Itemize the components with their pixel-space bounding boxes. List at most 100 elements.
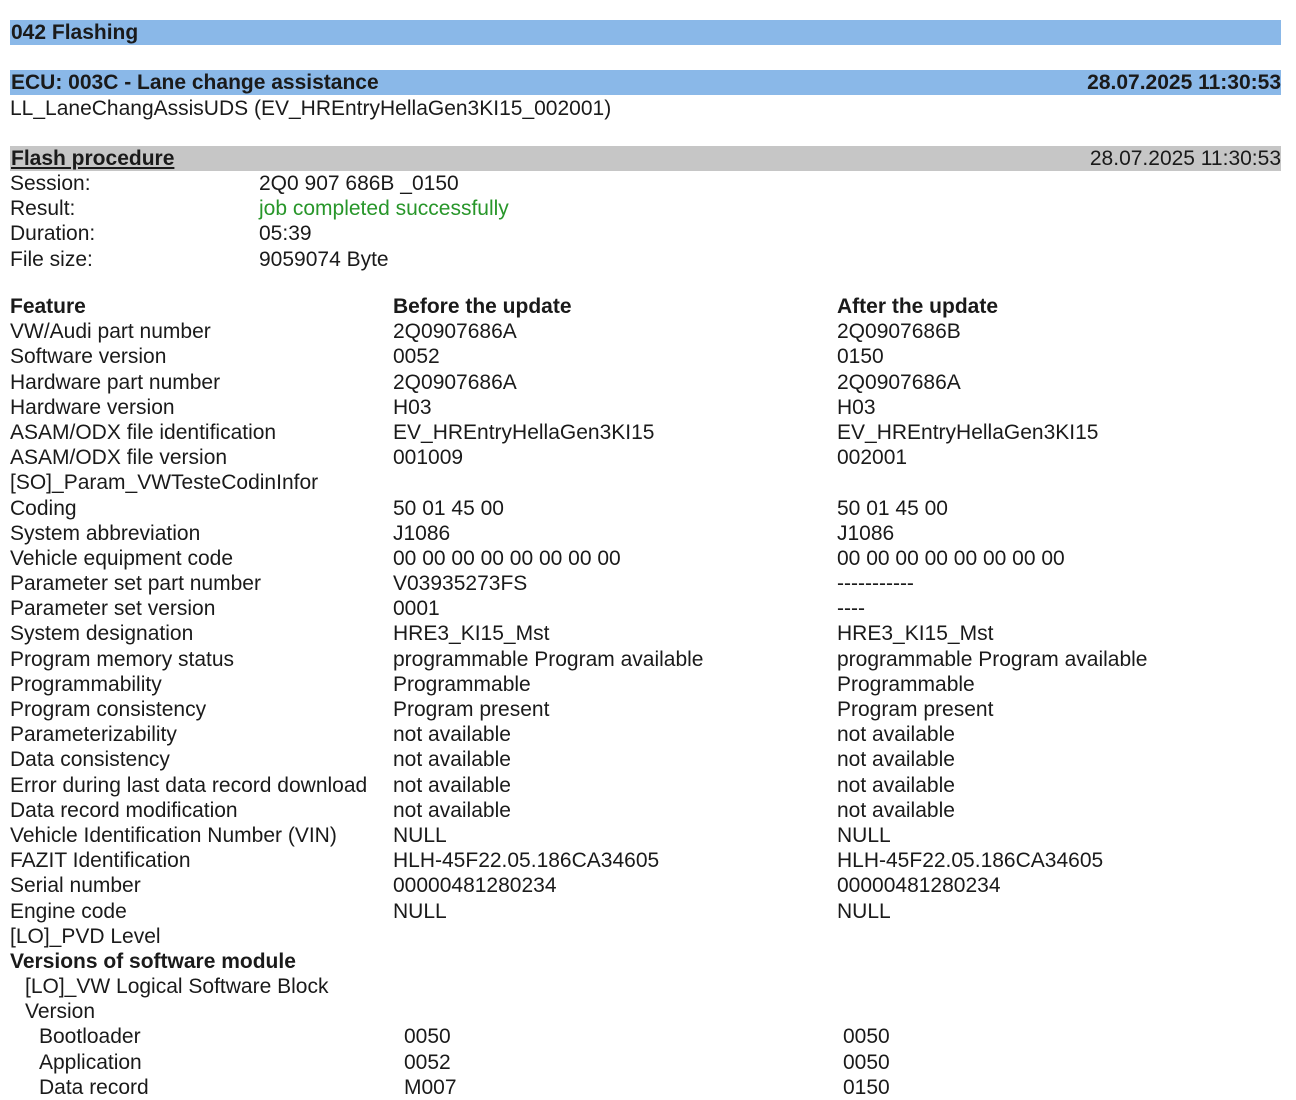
feature-cell: ASAM/ODX file identification (10, 420, 277, 444)
table-row: Data record modification not available not… (10, 798, 1281, 823)
after-cell: 00 00 00 00 00 00 00 00 (837, 546, 1065, 570)
feature-cell: Coding (10, 496, 77, 520)
after-cell: Programmable (837, 672, 975, 696)
before-cell: EV_HREntryHellaGen3KI15 (393, 420, 655, 444)
before-cell: NULL (393, 823, 447, 847)
software-module-row: Bootloader 0050 0050 (10, 1024, 1281, 1049)
after-cell: EV_HREntryHellaGen3KI15 (837, 420, 1099, 444)
feature-cell: [SO]_Param_VWTesteCodinInfor (10, 471, 319, 495)
software-version-label: Version (25, 1000, 96, 1024)
table-row: Program consistency Program present Progra… (10, 697, 1281, 722)
before-cell: 00000481280234 (393, 874, 557, 898)
flash-field-label: Session: (10, 172, 91, 195)
table-row: [LO]_PVD Level (10, 924, 1281, 949)
before-cell: not available (393, 773, 511, 797)
table-row: Parameterizability not available not avail… (10, 722, 1281, 747)
after-cell: 002001 (837, 446, 908, 470)
before-cell: 0001 (393, 597, 440, 621)
ecu-title: ECU: 003C - Lane change assistance (11, 71, 379, 94)
before-cell: Program present (393, 698, 550, 721)
before-cell: HRE3_KI15_Mst (393, 622, 550, 646)
section-title: 042 Flashing (11, 21, 139, 44)
table-row: Parameter set part number V03935273FS ----… (10, 571, 1281, 596)
after-cell: not available (837, 723, 955, 747)
before-cell: 00 00 00 00 00 00 00 00 (393, 546, 621, 570)
after-cell: 2Q0907686A (837, 370, 961, 394)
table-row: Programmability Programmable Programmable (10, 672, 1281, 697)
flash-field-value: 05:39 (259, 222, 312, 246)
software-version-row: Version (10, 999, 1281, 1024)
after-cell: 0150 (837, 345, 884, 369)
after-cell: 50 01 45 00 (837, 496, 948, 520)
feature-cell: Parameter set part number (10, 572, 261, 596)
after-cell: programmable Program available (837, 647, 1148, 671)
software-module-list: Bootloader 0050 0050 Application 0052 0050 Dat… (10, 1024, 1281, 1100)
table-row: Coding 50 01 45 00 50 01 45 00 (10, 496, 1281, 521)
ecu-timestamp: 28.07.2025 11:30:53 (1087, 71, 1281, 94)
after-cell: ----------- (837, 572, 914, 596)
table-row: VW/Audi part number 2Q0907686A 2Q0907686B (10, 319, 1281, 344)
before-cell: 0050 (404, 1025, 451, 1049)
software-module-row: Data record M007 0150 (10, 1075, 1281, 1100)
table-row: Engine code NULL NULL (10, 899, 1281, 924)
before-cell: not available (393, 748, 511, 772)
after-cell: not available (837, 748, 955, 772)
before-cell: HLH-45F22.05.186CA34605 (393, 849, 660, 873)
flash-field-value: 2Q0 907 686B _0150 (259, 172, 459, 195)
feature-cell: Software version (10, 345, 167, 369)
table-row: Parameter set version 0001 ---- (10, 596, 1281, 621)
after-cell: 2Q0907686B (837, 320, 961, 344)
feature-cell: Parameterizability (10, 723, 177, 747)
software-block-row: [LO]_VW Logical Software Block (10, 974, 1281, 999)
feature-cell: Data record (39, 1075, 149, 1099)
table-row: [SO]_Param_VWTesteCodinInfor (10, 470, 1281, 495)
after-cell: not available (837, 773, 955, 797)
after-cell: HLH-45F22.05.186CA34605 (837, 849, 1104, 873)
after-cell: NULL (837, 823, 891, 847)
table-row: Serial number 00000481280234 0000048128023… (10, 873, 1281, 898)
table-row: System abbreviation J1086 J1086 (10, 521, 1281, 546)
feature-cell: Data consistency (10, 748, 170, 772)
feature-cell: Bootloader (39, 1025, 141, 1049)
table-row: Vehicle equipment code 00 00 00 00 00 00 … (10, 546, 1281, 571)
feature-cell: Data record modification (10, 798, 238, 822)
flash-result-value: job completed successfully (259, 197, 509, 221)
feature-cell: Engine code (10, 899, 127, 923)
before-cell: 50 01 45 00 (393, 496, 504, 520)
feature-cell: Programmability (10, 672, 162, 696)
after-cell: Program present (837, 698, 994, 721)
table-header-row: Feature Before the update After the upda… (10, 294, 1281, 319)
table-row: FAZIT Identification HLH-45F22.05.186CA34… (10, 848, 1281, 873)
before-cell: NULL (393, 899, 447, 923)
flash-procedure-header: Flash procedure 28.07.2025 11:30:53 (10, 146, 1281, 171)
after-cell: 0150 (843, 1075, 890, 1099)
before-cell: V03935273FS (393, 572, 528, 596)
flash-field-value: 9059074 Byte (259, 247, 389, 271)
after-cell: HRE3_KI15_Mst (837, 622, 994, 646)
before-cell: 0052 (404, 1050, 451, 1074)
feature-cell: [LO]_PVD Level (10, 924, 161, 948)
after-cell: not available (837, 798, 955, 822)
feature-cell: Error during last data record download (10, 773, 368, 797)
before-cell: H03 (393, 395, 432, 419)
software-module-row: Application 0052 0050 (10, 1050, 1281, 1075)
software-modules-title-row: Versions of software module (10, 949, 1281, 974)
before-cell: not available (393, 723, 511, 747)
flash-field-label: Duration: (10, 222, 96, 246)
flash-procedure-timestamp: 28.07.2025 11:30:53 (1089, 147, 1281, 170)
before-cell: M007 (404, 1075, 457, 1099)
table-body: VW/Audi part number 2Q0907686A 2Q0907686B S… (10, 319, 1281, 949)
ecu-header: ECU: 003C - Lane change assistance 28.07… (10, 70, 1281, 95)
table-row: Data consistency not available not availab… (10, 747, 1281, 772)
before-cell: Programmable (393, 672, 531, 696)
flash-procedure-title: Flash procedure (11, 147, 175, 170)
feature-cell: Hardware version (10, 395, 175, 419)
feature-cell: VW/Audi part number (10, 320, 211, 344)
table-row: Vehicle Identification Number (VIN) NULL N… (10, 823, 1281, 848)
after-cell: 00000481280234 (837, 874, 1001, 898)
feature-cell: Serial number (10, 874, 141, 898)
feature-cell: Vehicle equipment code (10, 546, 233, 570)
feature-cell: FAZIT Identification (10, 849, 191, 873)
column-header-after: After the update (837, 295, 999, 318)
software-modules-title: Versions of software module (10, 949, 296, 973)
